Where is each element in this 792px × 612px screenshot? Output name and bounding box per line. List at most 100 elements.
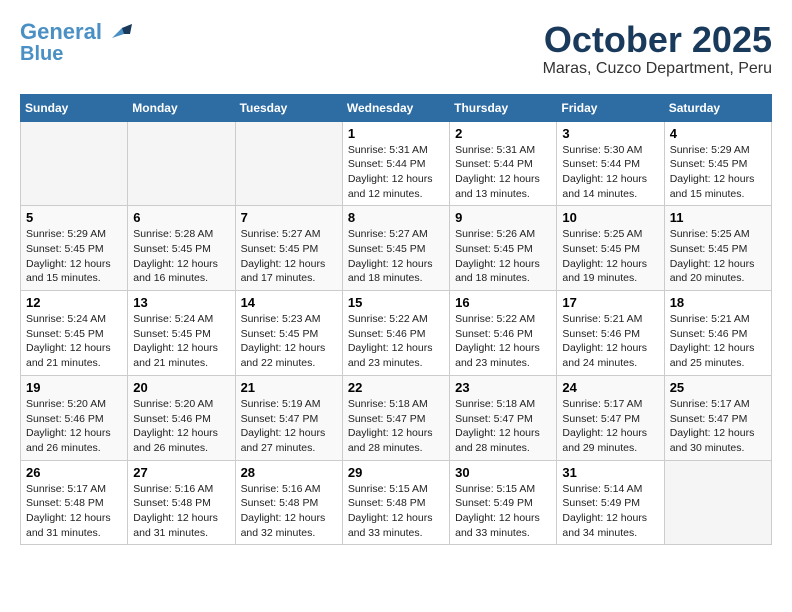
day-number: 30 [455, 465, 551, 480]
day-info: Sunrise: 5:25 AM Sunset: 5:45 PM Dayligh… [562, 227, 658, 286]
weekday-header-friday: Friday [557, 94, 664, 121]
calendar-cell: 1 Sunrise: 5:31 AM Sunset: 5:44 PM Daylig… [342, 121, 449, 206]
day-info: Sunrise: 5:14 AM Sunset: 5:49 PM Dayligh… [562, 482, 658, 541]
day-info: Sunrise: 5:21 AM Sunset: 5:46 PM Dayligh… [562, 312, 658, 371]
day-number: 22 [348, 380, 444, 395]
calendar-week-row: 12 Sunrise: 5:24 AM Sunset: 5:45 PM Dayli… [21, 291, 772, 376]
day-number: 31 [562, 465, 658, 480]
calendar-cell: 9Sunrise: 5:26 AM Sunset: 5:45 PM Daylig… [450, 206, 557, 291]
month-title: October 2025 [543, 20, 772, 60]
weekday-header-monday: Monday [128, 94, 235, 121]
weekday-header-tuesday: Tuesday [235, 94, 342, 121]
day-number: 20 [133, 380, 229, 395]
page-header: General Blue October 2025 Maras, Cuzco D… [20, 20, 772, 78]
calendar-header: SundayMondayTuesdayWednesdayThursdayFrid… [21, 94, 772, 121]
day-number: 3 [562, 126, 658, 141]
day-number: 23 [455, 380, 551, 395]
calendar-cell: 14Sunrise: 5:23 AM Sunset: 5:45 PM Dayli… [235, 291, 342, 376]
calendar-body: 1 Sunrise: 5:31 AM Sunset: 5:44 PM Daylig… [21, 121, 772, 545]
day-number: 25 [670, 380, 766, 395]
day-info: Sunrise: 5:18 AM Sunset: 5:47 PM Dayligh… [348, 397, 444, 456]
day-info: Sunrise: 5:22 AM Sunset: 5:46 PM Dayligh… [348, 312, 444, 371]
day-info: Sunrise: 5:27 AM Sunset: 5:45 PM Dayligh… [348, 227, 444, 286]
title-block: October 2025 Maras, Cuzco Department, Pe… [543, 20, 772, 78]
day-info: Sunrise: 5:19 AM Sunset: 5:47 PM Dayligh… [241, 397, 337, 456]
calendar-cell: 8Sunrise: 5:27 AM Sunset: 5:45 PM Daylig… [342, 206, 449, 291]
day-number: 14 [241, 295, 337, 310]
day-info: Sunrise: 5:25 AM Sunset: 5:45 PM Dayligh… [670, 227, 766, 286]
calendar-cell: 27 Sunrise: 5:16 AM Sunset: 5:48 PM Dayli… [128, 460, 235, 545]
calendar-cell: 28Sunrise: 5:16 AM Sunset: 5:48 PM Dayli… [235, 460, 342, 545]
calendar-cell: 17 Sunrise: 5:21 AM Sunset: 5:46 PM Dayli… [557, 291, 664, 376]
calendar-cell: 24 Sunrise: 5:17 AM Sunset: 5:47 PM Dayli… [557, 375, 664, 460]
day-info: Sunrise: 5:15 AM Sunset: 5:48 PM Dayligh… [348, 482, 444, 541]
calendar-cell: 11 Sunrise: 5:25 AM Sunset: 5:45 PM Dayli… [664, 206, 771, 291]
calendar-cell: 16 Sunrise: 5:22 AM Sunset: 5:46 PM Dayli… [450, 291, 557, 376]
calendar-cell: 2Sunrise: 5:31 AM Sunset: 5:44 PM Daylig… [450, 121, 557, 206]
day-number: 16 [455, 295, 551, 310]
day-info: Sunrise: 5:31 AM Sunset: 5:44 PM Dayligh… [348, 143, 444, 202]
day-info: Sunrise: 5:17 AM Sunset: 5:47 PM Dayligh… [670, 397, 766, 456]
logo-bird-icon [102, 20, 138, 44]
day-number: 26 [26, 465, 122, 480]
calendar-cell [21, 121, 128, 206]
calendar-week-row: 1 Sunrise: 5:31 AM Sunset: 5:44 PM Daylig… [21, 121, 772, 206]
calendar-cell: 6 Sunrise: 5:28 AM Sunset: 5:45 PM Daylig… [128, 206, 235, 291]
day-info: Sunrise: 5:18 AM Sunset: 5:47 PM Dayligh… [455, 397, 551, 456]
day-number: 7 [241, 210, 337, 225]
day-info: Sunrise: 5:17 AM Sunset: 5:47 PM Dayligh… [562, 397, 658, 456]
day-info: Sunrise: 5:24 AM Sunset: 5:45 PM Dayligh… [26, 312, 122, 371]
day-number: 12 [26, 295, 122, 310]
day-info: Sunrise: 5:30 AM Sunset: 5:44 PM Dayligh… [562, 143, 658, 202]
day-number: 9 [455, 210, 551, 225]
calendar-cell [235, 121, 342, 206]
calendar-cell: 5Sunrise: 5:29 AM Sunset: 5:45 PM Daylig… [21, 206, 128, 291]
calendar-cell: 12 Sunrise: 5:24 AM Sunset: 5:45 PM Dayli… [21, 291, 128, 376]
calendar-cell: 3 Sunrise: 5:30 AM Sunset: 5:44 PM Daylig… [557, 121, 664, 206]
weekday-header-row: SundayMondayTuesdayWednesdayThursdayFrid… [21, 94, 772, 121]
day-info: Sunrise: 5:16 AM Sunset: 5:48 PM Dayligh… [241, 482, 337, 541]
day-number: 11 [670, 210, 766, 225]
day-info: Sunrise: 5:17 AM Sunset: 5:48 PM Dayligh… [26, 482, 122, 541]
calendar-cell: 15Sunrise: 5:22 AM Sunset: 5:46 PM Dayli… [342, 291, 449, 376]
calendar-week-row: 5Sunrise: 5:29 AM Sunset: 5:45 PM Daylig… [21, 206, 772, 291]
day-info: Sunrise: 5:22 AM Sunset: 5:46 PM Dayligh… [455, 312, 551, 371]
calendar-cell: 26 Sunrise: 5:17 AM Sunset: 5:48 PM Dayli… [21, 460, 128, 545]
day-number: 1 [348, 126, 444, 141]
calendar-cell: 29 Sunrise: 5:15 AM Sunset: 5:48 PM Dayli… [342, 460, 449, 545]
calendar-cell: 20Sunrise: 5:20 AM Sunset: 5:46 PM Dayli… [128, 375, 235, 460]
day-number: 21 [241, 380, 337, 395]
day-number: 27 [133, 465, 229, 480]
location-title: Maras, Cuzco Department, Peru [543, 60, 772, 78]
calendar-cell: 10Sunrise: 5:25 AM Sunset: 5:45 PM Dayli… [557, 206, 664, 291]
logo: General Blue [20, 20, 138, 64]
day-number: 5 [26, 210, 122, 225]
day-info: Sunrise: 5:20 AM Sunset: 5:46 PM Dayligh… [26, 397, 122, 456]
calendar-cell: 13Sunrise: 5:24 AM Sunset: 5:45 PM Dayli… [128, 291, 235, 376]
calendar-cell: 30 Sunrise: 5:15 AM Sunset: 5:49 PM Dayli… [450, 460, 557, 545]
calendar-cell: 25 Sunrise: 5:17 AM Sunset: 5:47 PM Dayli… [664, 375, 771, 460]
day-number: 19 [26, 380, 122, 395]
day-info: Sunrise: 5:27 AM Sunset: 5:45 PM Dayligh… [241, 227, 337, 286]
calendar-week-row: 26 Sunrise: 5:17 AM Sunset: 5:48 PM Dayli… [21, 460, 772, 545]
calendar-cell: 18Sunrise: 5:21 AM Sunset: 5:46 PM Dayli… [664, 291, 771, 376]
calendar-week-row: 19 Sunrise: 5:20 AM Sunset: 5:46 PM Dayli… [21, 375, 772, 460]
weekday-header-sunday: Sunday [21, 94, 128, 121]
calendar-cell: 22 Sunrise: 5:18 AM Sunset: 5:47 PM Dayli… [342, 375, 449, 460]
logo-blue: Blue [20, 44, 63, 64]
calendar-cell [664, 460, 771, 545]
day-info: Sunrise: 5:28 AM Sunset: 5:45 PM Dayligh… [133, 227, 229, 286]
day-number: 24 [562, 380, 658, 395]
day-number: 17 [562, 295, 658, 310]
calendar-cell: 23 Sunrise: 5:18 AM Sunset: 5:47 PM Dayli… [450, 375, 557, 460]
day-info: Sunrise: 5:16 AM Sunset: 5:48 PM Dayligh… [133, 482, 229, 541]
day-number: 6 [133, 210, 229, 225]
day-number: 18 [670, 295, 766, 310]
weekday-header-wednesday: Wednesday [342, 94, 449, 121]
calendar-cell: 4Sunrise: 5:29 AM Sunset: 5:45 PM Daylig… [664, 121, 771, 206]
day-info: Sunrise: 5:24 AM Sunset: 5:45 PM Dayligh… [133, 312, 229, 371]
day-number: 29 [348, 465, 444, 480]
calendar-table: SundayMondayTuesdayWednesdayThursdayFrid… [20, 94, 772, 546]
day-info: Sunrise: 5:31 AM Sunset: 5:44 PM Dayligh… [455, 143, 551, 202]
day-info: Sunrise: 5:15 AM Sunset: 5:49 PM Dayligh… [455, 482, 551, 541]
